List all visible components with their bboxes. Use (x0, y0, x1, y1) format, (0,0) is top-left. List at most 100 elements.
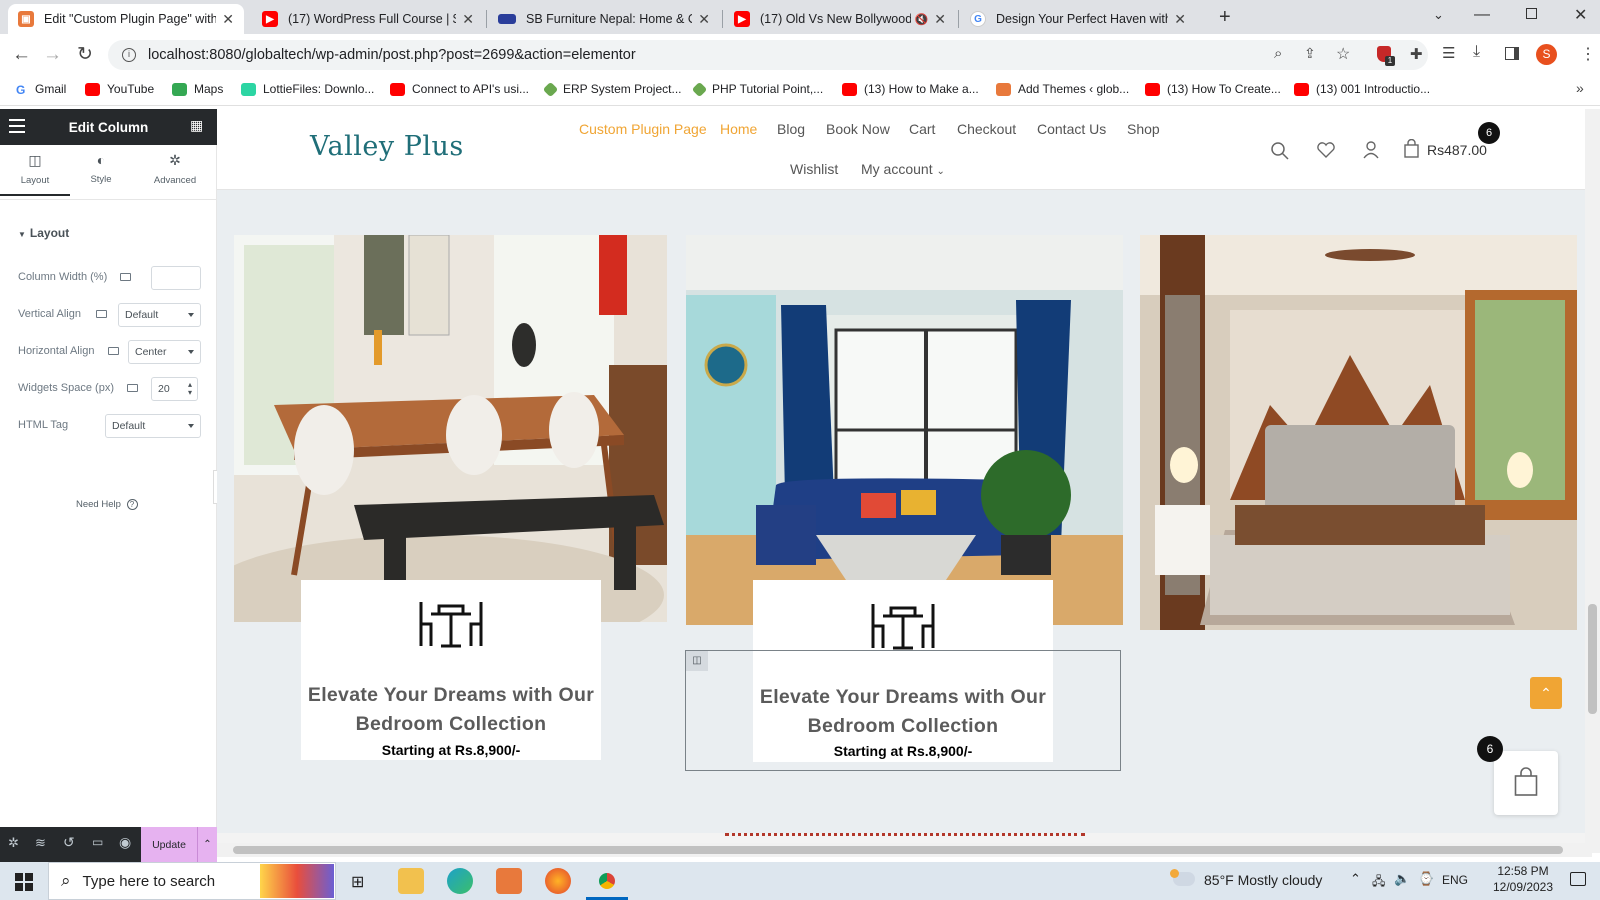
tab-style[interactable]: ◐ Style (66, 152, 136, 196)
preview-eye-icon[interactable]: ◉ (119, 834, 131, 851)
nav-blog[interactable]: Blog (777, 121, 805, 137)
tab-layout[interactable]: ◫ Layout (0, 152, 70, 196)
need-help-link[interactable]: Need Help ? (76, 499, 138, 510)
bookmark-how-to-create[interactable]: (13) How To Create... (1145, 82, 1281, 96)
bookmark-connect-api[interactable]: Connect to API's usi... (390, 82, 529, 96)
nav-custom-plugin-page[interactable]: Custom Plugin Page (579, 121, 707, 137)
share-icon[interactable]: ⇪ (1304, 45, 1316, 62)
profile-avatar[interactable]: S (1536, 44, 1557, 65)
responsive-mode-icon[interactable]: ▭ (92, 835, 103, 849)
responsive-monitor-icon[interactable] (108, 347, 119, 355)
horizontal-scrollbar[interactable] (217, 843, 1592, 857)
nav-book-now[interactable]: Book Now (826, 121, 890, 137)
meet-now-icon[interactable]: ⌚ (1418, 871, 1434, 887)
nav-shop[interactable]: Shop (1127, 121, 1160, 137)
weather-text[interactable]: 85°F Mostly cloudy (1204, 872, 1322, 888)
nav-my-account[interactable]: My account ⌄ (861, 161, 945, 177)
navigator-layers-icon[interactable]: ≋ (35, 835, 46, 851)
close-icon[interactable]: ✕ (934, 11, 946, 28)
url-text[interactable]: localhost:8080/globaltech/wp-admin/post.… (148, 47, 636, 63)
bookmark-add-themes[interactable]: Add Themes ‹ glob... (996, 82, 1129, 96)
bookmark-maps[interactable]: Maps (172, 82, 223, 96)
xampp-icon[interactable] (496, 868, 522, 894)
horizontal-scroll-thumb[interactable] (233, 846, 1563, 854)
restore-button[interactable] (1526, 8, 1537, 19)
tab-design-haven[interactable]: G Design Your Perfect Haven with c ✕ (960, 4, 1196, 34)
muted-speaker-icon[interactable]: 🔇 (915, 13, 929, 26)
widgets-grid-icon[interactable]: ▦ (190, 117, 203, 134)
section-layout-toggle[interactable]: ▼ Layout (18, 226, 69, 240)
menu-kebab-icon[interactable]: ⋮ (1580, 44, 1596, 64)
responsive-monitor-icon[interactable] (120, 273, 131, 281)
column-handle-icon[interactable]: ◫ (686, 651, 708, 671)
history-icon[interactable]: ↺ (63, 834, 75, 851)
html-tag-select[interactable]: Default (105, 414, 201, 438)
address-bar[interactable]: i localhost:8080/globaltech/wp-admin/pos… (108, 40, 1428, 70)
close-window-button[interactable]: ✕ (1574, 5, 1587, 25)
tab-search-chevron-icon[interactable]: ⌄ (1433, 7, 1444, 23)
bookmark-gmail[interactable]: G Gmail (16, 82, 66, 97)
tab-bollywood[interactable]: ▶ (17) Old Vs New Bollywood r 🔇 ✕ (724, 4, 956, 34)
responsive-monitor-icon[interactable] (127, 384, 138, 392)
zoom-icon[interactable]: ⌕ (1274, 45, 1282, 62)
bookmark-how-to-make[interactable]: (13) How to Make a... (842, 82, 979, 96)
scroll-to-top-button[interactable]: ⌃ (1530, 677, 1562, 709)
search-icon[interactable] (1270, 141, 1290, 161)
bookmark-youtube[interactable]: YouTube (85, 82, 154, 96)
back-button[interactable]: ← (12, 44, 31, 66)
notifications-icon[interactable] (1570, 872, 1586, 886)
bookmark-lottiefiles[interactable]: LottieFiles: Downlo... (241, 82, 374, 96)
nav-wishlist[interactable]: Wishlist (790, 161, 838, 177)
stepper-arrows-icon[interactable]: ▴ ▾ (188, 381, 192, 397)
extensions-puzzle-icon[interactable]: ✚ (1410, 45, 1423, 63)
user-icon[interactable] (1362, 140, 1380, 159)
floating-cart-button[interactable] (1494, 751, 1558, 815)
close-icon[interactable]: ✕ (462, 11, 474, 28)
chrome-icon[interactable] (594, 868, 620, 894)
network-icon[interactable]: 🖧 (1372, 872, 1385, 893)
column-width-input[interactable] (151, 266, 201, 290)
bookmark-erp[interactable]: ERP System Project... (542, 81, 681, 97)
nav-contact-us[interactable]: Contact Us (1037, 121, 1106, 137)
bookmark-introduction[interactable]: (13) 001 Introductio... (1294, 82, 1430, 96)
windows-start-icon[interactable] (15, 873, 33, 891)
download-icon[interactable]: ⤓ (1473, 43, 1480, 61)
show-hidden-icons-chevron-icon[interactable]: ⌃ (1350, 871, 1361, 887)
close-icon[interactable]: ✕ (222, 11, 234, 28)
reading-list-icon[interactable]: ☰ (1442, 44, 1455, 62)
tab-wordpress-course[interactable]: ▶ (17) WordPress Full Course | $30 ✕ (252, 4, 484, 34)
minimize-button[interactable]: — (1474, 6, 1490, 24)
nav-checkout[interactable]: Checkout (957, 121, 1016, 137)
vertical-align-select[interactable]: Default (118, 303, 201, 327)
clock[interactable]: 12:58 PM 12/09/2023 (1488, 864, 1558, 894)
vertical-scroll-thumb[interactable] (1588, 604, 1597, 714)
side-panel-icon[interactable] (1505, 47, 1519, 60)
task-view-icon[interactable]: ⊞ (351, 872, 364, 892)
edge-icon[interactable] (447, 868, 473, 894)
tab-elementor[interactable]: ▣ Edit "Custom Plugin Page" with E ✕ (8, 4, 244, 34)
vertical-scrollbar[interactable] (1585, 109, 1600, 853)
shopping-bag-icon[interactable] (1403, 139, 1420, 159)
settings-gear-icon[interactable]: ✲ (8, 835, 19, 851)
more-bookmarks-chevron-icon[interactable]: » (1576, 80, 1584, 96)
volume-icon[interactable]: 🔈 (1394, 871, 1410, 887)
tab-sb-furniture[interactable]: SB Furniture Nepal: Home & Offi ✕ (488, 4, 720, 34)
responsive-monitor-icon[interactable] (96, 310, 107, 318)
update-options-chevron-icon[interactable]: ⌃ (197, 827, 217, 862)
input-language[interactable]: ENG (1442, 873, 1468, 887)
firefox-icon[interactable] (545, 868, 571, 894)
site-logo[interactable]: Valley Plus (310, 131, 464, 162)
widgets-space-stepper[interactable]: 20 ▴ ▾ (151, 377, 198, 401)
update-button[interactable]: Update (141, 827, 197, 862)
tab-advanced[interactable]: ✲ Advanced (140, 152, 210, 196)
hamburger-menu-icon[interactable] (9, 119, 25, 133)
horizontal-align-select[interactable]: Center (128, 340, 201, 364)
forward-button[interactable]: → (43, 44, 62, 66)
cart-total[interactable]: Rs487.00 (1427, 142, 1487, 158)
reload-button[interactable]: ↻ (77, 43, 93, 66)
site-info-icon[interactable]: i (122, 48, 136, 62)
bookmark-php[interactable]: PHP Tutorial Point,... (691, 81, 823, 97)
nav-cart[interactable]: Cart (909, 121, 935, 137)
heart-icon[interactable] (1316, 141, 1336, 159)
close-icon[interactable]: ✕ (698, 11, 710, 28)
